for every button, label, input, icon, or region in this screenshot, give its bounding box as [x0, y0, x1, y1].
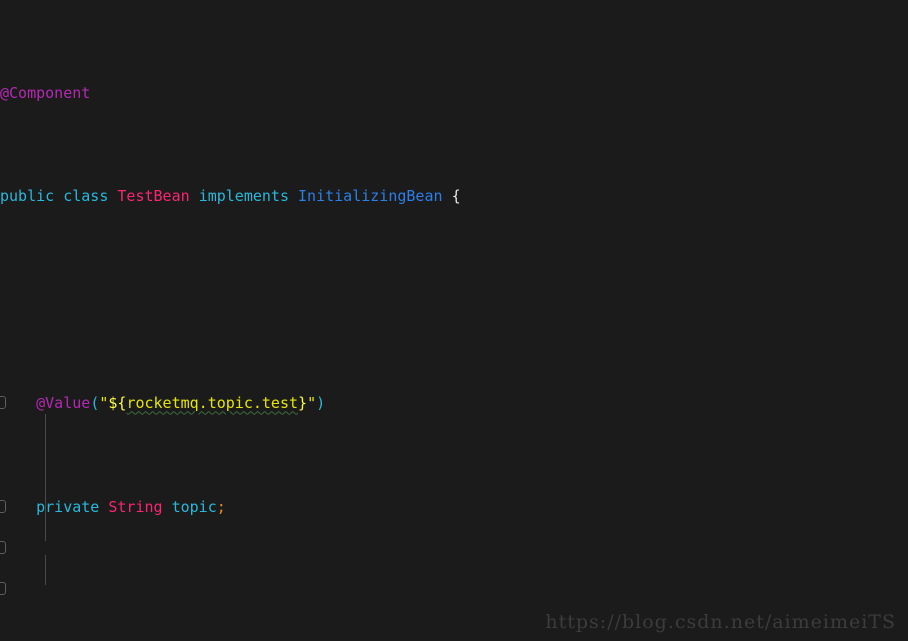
string-property-key-topic: rocketmq.topic.test: [126, 394, 299, 413]
type-testbean: TestBean: [117, 187, 190, 206]
code-line: public class TestBean implements Initial…: [0, 186, 908, 207]
code-line: private String topic;: [0, 497, 908, 518]
type-string: String: [108, 497, 163, 516]
string-placeholder-open: ${: [108, 394, 127, 413]
brace-open-class: {: [451, 187, 461, 206]
paren-open: (: [90, 394, 100, 413]
field-topic: topic: [171, 497, 217, 516]
paren-close: ): [316, 394, 326, 413]
keyword-private: private: [36, 497, 100, 516]
string-quote-close: ": [307, 394, 317, 413]
keyword-implements: implements: [198, 187, 289, 206]
code-line: @Value("${rocketmq.topic.test}"): [0, 393, 908, 414]
code-editor-screenshot: @Component public class TestBean impleme…: [0, 0, 908, 641]
type-initializingbean: InitializingBean: [298, 187, 443, 206]
code-content[interactable]: @Component public class TestBean impleme…: [0, 0, 908, 641]
keyword-class: class: [63, 187, 109, 206]
keyword-public: public: [0, 187, 55, 206]
semicolon: ;: [216, 497, 226, 516]
code-line: @Component: [0, 83, 908, 104]
annotation-value: @Value: [36, 394, 91, 413]
watermark-url: https://blog.csdn.net/aimeimeiTS: [545, 611, 896, 633]
annotation-component: @Component: [0, 83, 91, 102]
string-placeholder-close: }: [298, 394, 308, 413]
